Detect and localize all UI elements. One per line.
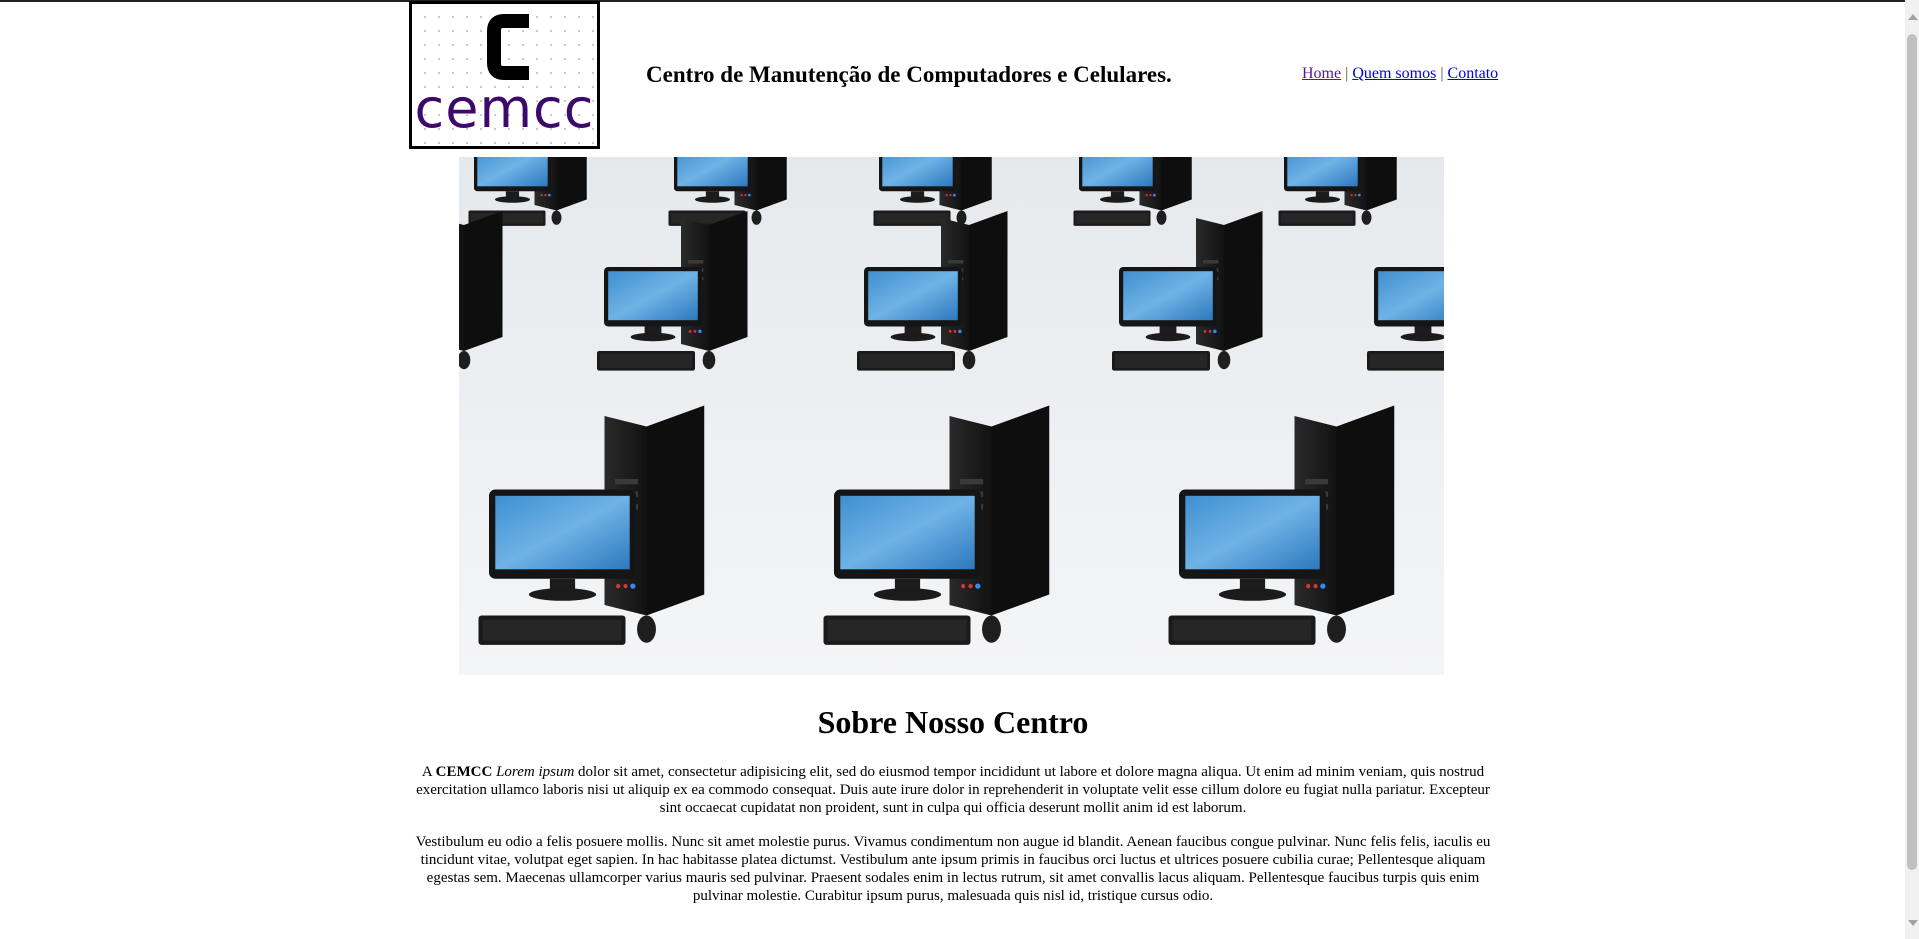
hero-image (459, 157, 1444, 675)
section-heading: Sobre Nosso Centro (817, 704, 1089, 740)
browser-top-border (0, 0, 1919, 2)
para-body: dolor sit amet, consectetur adipisicing … (416, 764, 1490, 816)
main-nav: Home | Quem somos | Contato (1302, 64, 1498, 84)
nav-separator: | (1345, 65, 1349, 82)
nav-about-link[interactable]: Quem somos (1352, 65, 1436, 82)
scroll-down-arrow-icon[interactable] (1908, 920, 1918, 926)
nav-separator: | (1440, 65, 1444, 82)
logo-text: cemcc (414, 77, 595, 140)
nav-home-link[interactable]: Home (1302, 65, 1341, 82)
scrollbar-thumb[interactable] (1907, 34, 1917, 870)
nav-contact-link[interactable]: Contato (1448, 65, 1499, 82)
logo[interactable]: cemcc (409, 1, 600, 149)
para-prefix: A (421, 764, 432, 780)
brand-name: CEMCC (435, 764, 493, 780)
computer-workstations-image (459, 157, 1444, 675)
lorem-italic: Lorem ipsum (496, 764, 575, 780)
about-paragraph-1: A CEMCC Lorem ipsum dolor sit amet, cons… (409, 763, 1497, 817)
about-paragraph-2: Vestibulum eu odio a felis posuere molli… (415, 834, 1491, 904)
scroll-up-arrow-icon[interactable] (1908, 14, 1918, 20)
site-title: Centro de Manutenção de Computadores e C… (646, 62, 1172, 87)
